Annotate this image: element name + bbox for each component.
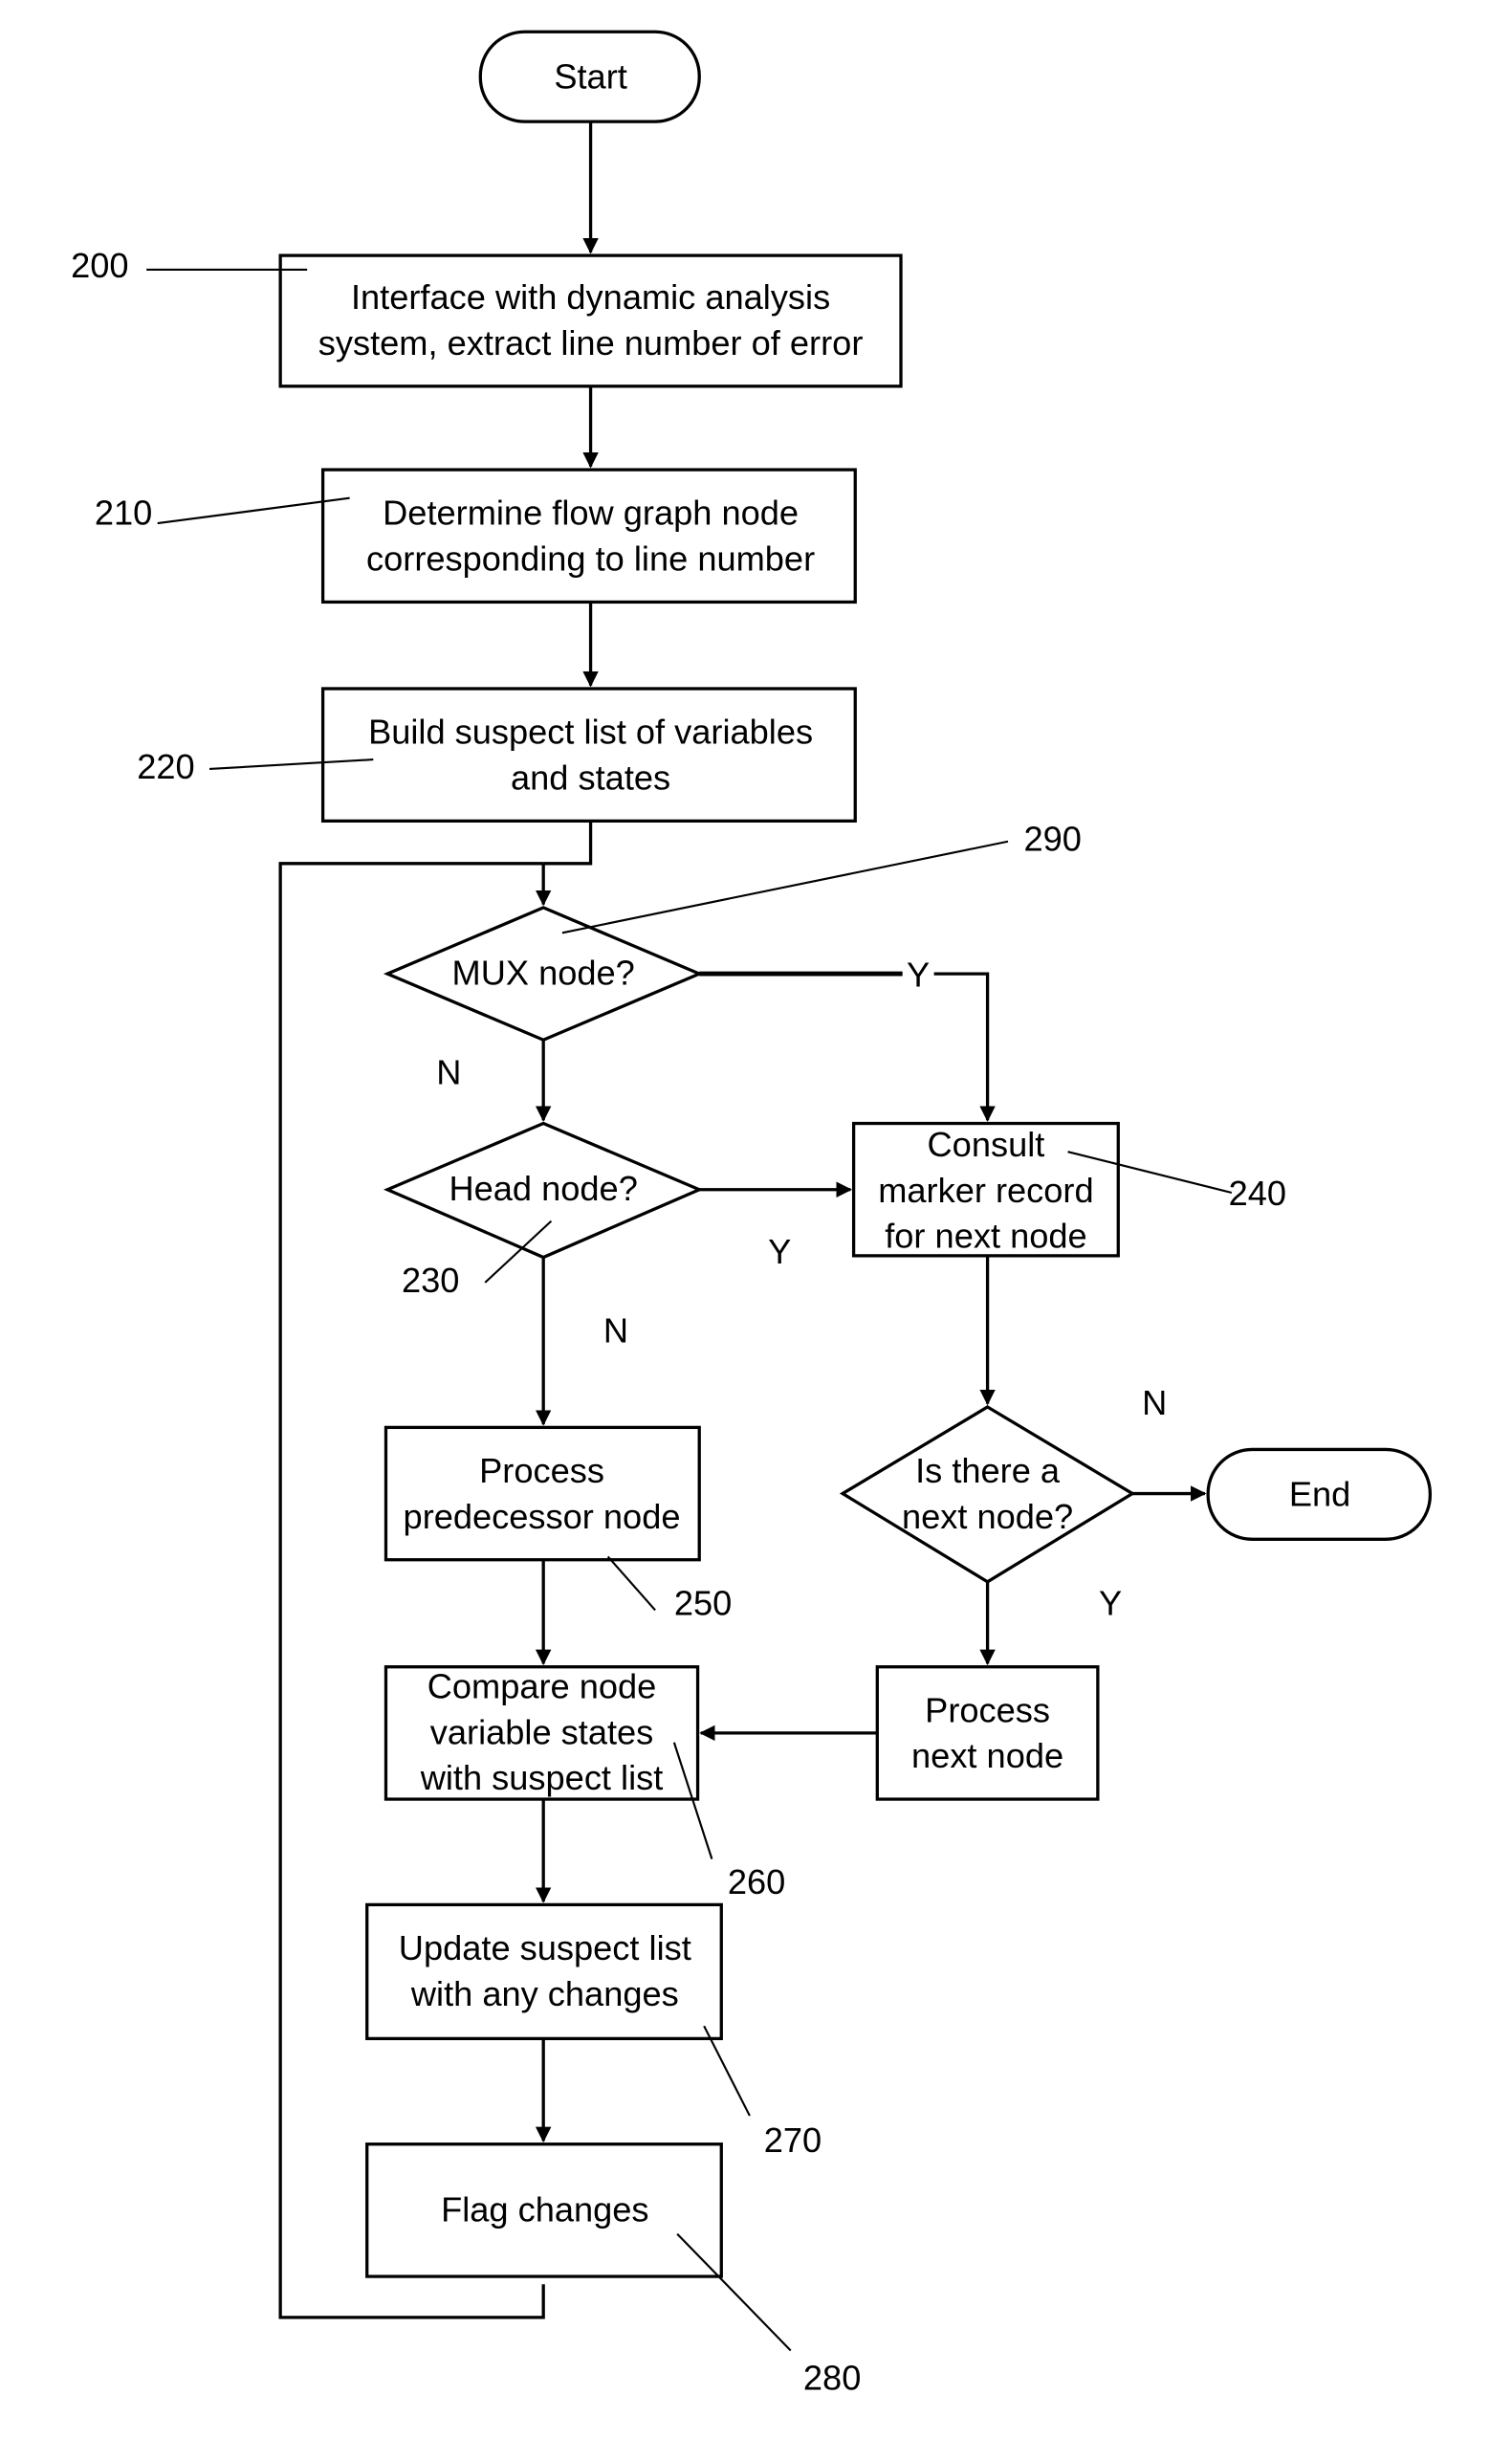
step-260-box: Compare node variable states with suspec… xyxy=(383,1665,700,1801)
start-label: Start xyxy=(554,57,627,97)
step-250-box: Process predecessor node xyxy=(383,1425,701,1562)
step-260-line3: with suspect list xyxy=(420,1758,664,1797)
process-next-node-box: Process next node xyxy=(875,1665,1100,1801)
next-decision-line1: Is there a xyxy=(915,1451,1061,1490)
step-270-line1: Update suspect list xyxy=(399,1928,691,1967)
leader-280 xyxy=(676,2232,792,2352)
step-210-box: Determine flow graph node corresponding … xyxy=(320,468,857,604)
step-200-box: Interface with dynamic analysis system, … xyxy=(278,253,903,388)
step-250-line2: predecessor node xyxy=(404,1497,681,1536)
ref-200: 200 xyxy=(71,246,128,285)
leader-210 xyxy=(157,496,350,525)
step-240-box: Consult marker record for next node xyxy=(851,1121,1120,1258)
step-260-line1: Compare node xyxy=(427,1667,657,1706)
loop-back-line xyxy=(278,862,545,2319)
step-240-line2: marker record xyxy=(878,1171,1093,1210)
step-240-line3: for next node xyxy=(885,1217,1086,1256)
step-220-line2: and states xyxy=(511,758,670,797)
ref-240: 240 xyxy=(1229,1174,1286,1213)
head-yes-label: Y xyxy=(768,1232,791,1271)
ref-280: 280 xyxy=(803,2359,861,2398)
mux-decision-label: MUX node? xyxy=(452,954,635,993)
ref-220: 220 xyxy=(137,747,194,786)
head-decision-label: Head node? xyxy=(449,1169,637,1208)
connector-220-junction xyxy=(543,821,593,866)
head-no-label: N xyxy=(603,1310,628,1350)
step-210-line2: corresponding to line number xyxy=(366,538,815,578)
process-next-line2: next node xyxy=(911,1736,1063,1775)
leader-250 xyxy=(606,1555,656,1612)
step-280-line1: Flag changes xyxy=(441,2189,648,2229)
end-terminal: End xyxy=(1206,1447,1433,1541)
head-decision: Head node? xyxy=(383,1121,704,1260)
step-210-line1: Determine flow graph node xyxy=(383,494,799,533)
ref-250: 250 xyxy=(674,1583,732,1622)
start-terminal: Start xyxy=(478,30,701,123)
mux-no-label: N xyxy=(436,1052,461,1091)
step-280-box: Flag changes xyxy=(365,2142,723,2278)
mux-yes-label: Y xyxy=(907,955,930,994)
mux-decision: MUX node? xyxy=(383,906,704,1043)
step-220-box: Build suspect list of variables and stat… xyxy=(320,687,857,823)
ref-270: 270 xyxy=(764,2120,822,2160)
step-270-line2: with any changes xyxy=(410,1974,679,2013)
end-label: End xyxy=(1289,1475,1350,1514)
step-250-line1: Process xyxy=(479,1451,604,1490)
step-200-line1: Interface with dynamic analysis xyxy=(351,277,830,317)
next-no-label: N xyxy=(1142,1383,1167,1422)
next-decision-line2: next node? xyxy=(902,1497,1073,1536)
next-node-decision: Is there a next node? xyxy=(839,1405,1136,1584)
step-200-line2: system, extract line number of error xyxy=(318,323,864,363)
ref-230: 230 xyxy=(402,1261,459,1300)
flowchart: Start Interface with dynamic analysis sy… xyxy=(71,30,1433,2398)
ref-260: 260 xyxy=(728,1862,785,1901)
ref-290: 290 xyxy=(1023,820,1081,859)
ref-210: 210 xyxy=(95,494,152,533)
leader-270 xyxy=(703,2025,751,2117)
step-220-line1: Build suspect list of variables xyxy=(368,713,813,752)
next-yes-label: Y xyxy=(1099,1583,1122,1622)
leader-290 xyxy=(561,840,1009,934)
process-next-line1: Process xyxy=(925,1690,1050,1729)
arrow-mux-yes-to-240 xyxy=(933,972,996,1122)
step-240-line1: Consult xyxy=(928,1125,1045,1164)
step-270-box: Update suspect list with any changes xyxy=(365,1902,723,2041)
step-260-line2: variable states xyxy=(430,1712,654,1751)
